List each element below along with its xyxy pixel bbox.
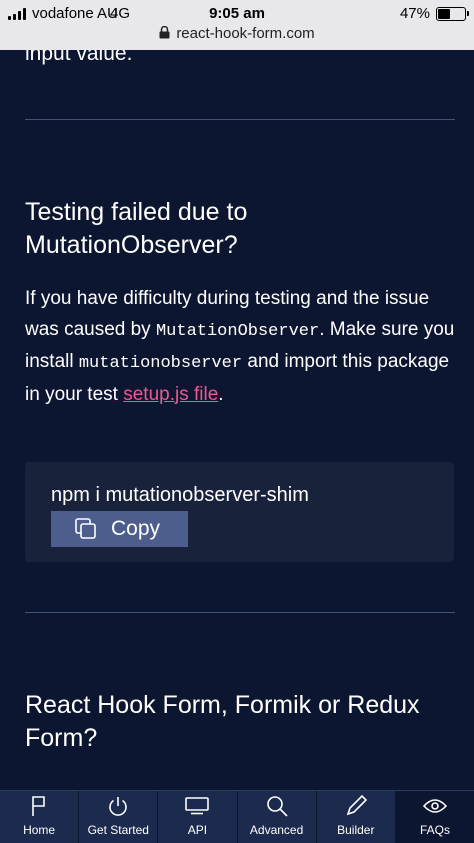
- status-row: vodafone AU 4G 9:05 am 47%: [0, 4, 474, 24]
- search-icon: [266, 794, 288, 818]
- eye-icon: [422, 794, 447, 818]
- inline-code: mutationobserver: [78, 354, 243, 373]
- tab-builder[interactable]: Builder: [317, 791, 396, 843]
- heading-line: Form?: [25, 724, 98, 752]
- battery-icon: [436, 7, 469, 21]
- flag-icon: [30, 794, 48, 818]
- section-divider: [25, 119, 455, 120]
- battery-percent: 47%: [399, 5, 430, 22]
- tab-api[interactable]: API: [158, 791, 238, 843]
- heading-line: React Hook Form, Formik or Redux: [25, 691, 420, 719]
- tab-label: Home: [23, 823, 56, 837]
- url-bar[interactable]: react-hook-form.com: [0, 25, 474, 43]
- code-command: npm i mutationobserver-shim: [51, 484, 309, 506]
- heading-line: MutationObserver?: [25, 231, 238, 259]
- bottom-tab-bar: Home Get Started API Advanced Builder FA…: [0, 790, 474, 843]
- lock-icon: [159, 25, 170, 43]
- faq-answer-mutationobserver: If you have difficulty during testing an…: [25, 284, 455, 410]
- tab-label: FAQs: [419, 823, 450, 837]
- copy-button[interactable]: Copy: [51, 511, 188, 547]
- power-icon: [107, 794, 129, 818]
- tab-home[interactable]: Home: [0, 791, 80, 843]
- tab-faqs[interactable]: FAQs: [395, 791, 474, 843]
- pencil-icon: [345, 794, 367, 818]
- status-bar: vodafone AU 4G 9:05 am 47% react-hook-fo…: [0, 0, 474, 50]
- tab-advanced[interactable]: Advanced: [238, 791, 317, 843]
- copy-label: Copy: [111, 517, 161, 540]
- tab-label: Advanced: [249, 823, 304, 837]
- answer-text: .: [218, 383, 224, 405]
- url-text: react-hook-form.com: [176, 25, 315, 42]
- setup-file-link[interactable]: setup.js file: [123, 384, 218, 405]
- faq-heading-mutationobserver: Testing failed due to MutationObserver?: [25, 196, 455, 262]
- faq-heading-formik-redux: React Hook Form, Formik or Redux Form?: [25, 689, 455, 755]
- cut-off-text: input value.: [25, 50, 133, 65]
- inline-code: MutationObserver: [155, 321, 320, 341]
- tab-get-started[interactable]: Get Started: [79, 791, 159, 843]
- monitor-icon: [185, 794, 210, 818]
- code-block: npm i mutationobserver-shim Copy: [25, 462, 454, 562]
- page-content: input value. Testing failed due to Mutat…: [0, 50, 474, 790]
- clock: 9:05 am: [209, 5, 265, 22]
- copy-icon: [75, 518, 97, 540]
- tab-label: API: [187, 823, 208, 837]
- tab-label: Builder: [337, 823, 375, 837]
- tab-label: Get Started: [87, 823, 149, 837]
- battery-fill: [438, 9, 451, 19]
- section-divider: [25, 612, 455, 613]
- heading-line: Testing failed due to: [25, 198, 248, 226]
